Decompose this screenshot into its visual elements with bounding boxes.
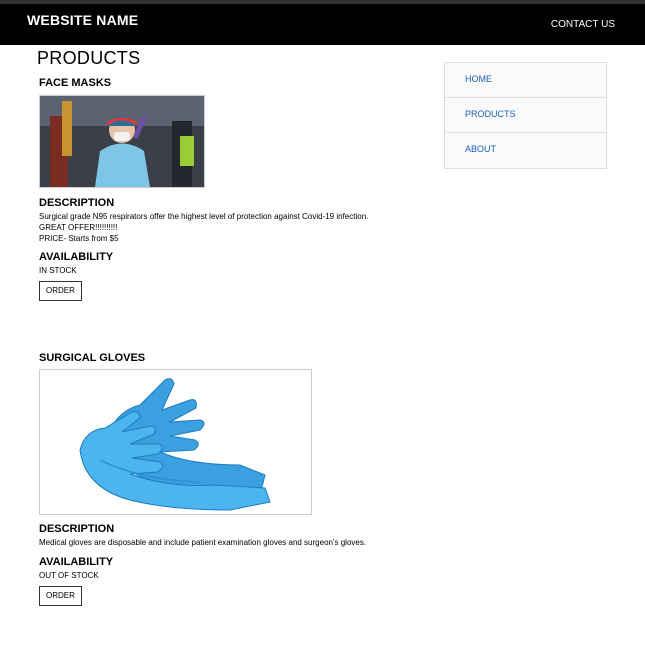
availability-status: OUT OF STOCK bbox=[39, 571, 99, 580]
description-line: Medical gloves are disposable and includ… bbox=[39, 538, 367, 547]
product-card-surgical-gloves: SURGICAL GLOVES DESCRIPTION Medical glov… bbox=[39, 352, 366, 606]
product-title: SURGICAL GLOVES bbox=[39, 352, 146, 364]
face-mask-image bbox=[39, 95, 205, 188]
sidebar-item-about[interactable]: ABOUT bbox=[445, 133, 606, 168]
availability-heading: AVAILABILITY bbox=[39, 556, 114, 568]
description-heading: DESCRIPTION bbox=[39, 197, 115, 209]
description-line: PRICE- Starts from $5 bbox=[39, 234, 119, 243]
face-mask-photo-icon bbox=[40, 96, 204, 187]
sidebar-item-home[interactable]: HOME bbox=[445, 63, 606, 98]
page-title: PRODUCTS bbox=[37, 48, 141, 68]
surgical-gloves-image bbox=[39, 369, 312, 515]
order-button[interactable]: ORDER bbox=[39, 281, 82, 301]
sidebar-item-products[interactable]: PRODUCTS bbox=[445, 98, 606, 133]
order-button[interactable]: ORDER bbox=[39, 586, 82, 606]
site-name[interactable]: WEBSITE NAME bbox=[27, 12, 138, 28]
availability-status: IN STOCK bbox=[39, 266, 77, 275]
description-line: Surgical grade N95 respirators offer the… bbox=[39, 212, 369, 221]
blue-gloves-photo-icon bbox=[40, 370, 311, 514]
top-navbar: WEBSITE NAME CONTACT US bbox=[0, 0, 645, 45]
sidebar-nav: HOME PRODUCTS ABOUT bbox=[444, 62, 607, 169]
description-line: GREAT OFFER!!!!!!!!!! bbox=[39, 223, 118, 232]
availability-heading: AVAILABILITY bbox=[39, 251, 114, 263]
product-title: FACE MASKS bbox=[39, 77, 112, 89]
product-card-face-masks: FACE MASKS DESCRIPTION Surgical grade N9… bbox=[39, 77, 368, 301]
contact-us-link[interactable]: CONTACT US bbox=[551, 19, 615, 30]
description-heading: DESCRIPTION bbox=[39, 523, 115, 535]
